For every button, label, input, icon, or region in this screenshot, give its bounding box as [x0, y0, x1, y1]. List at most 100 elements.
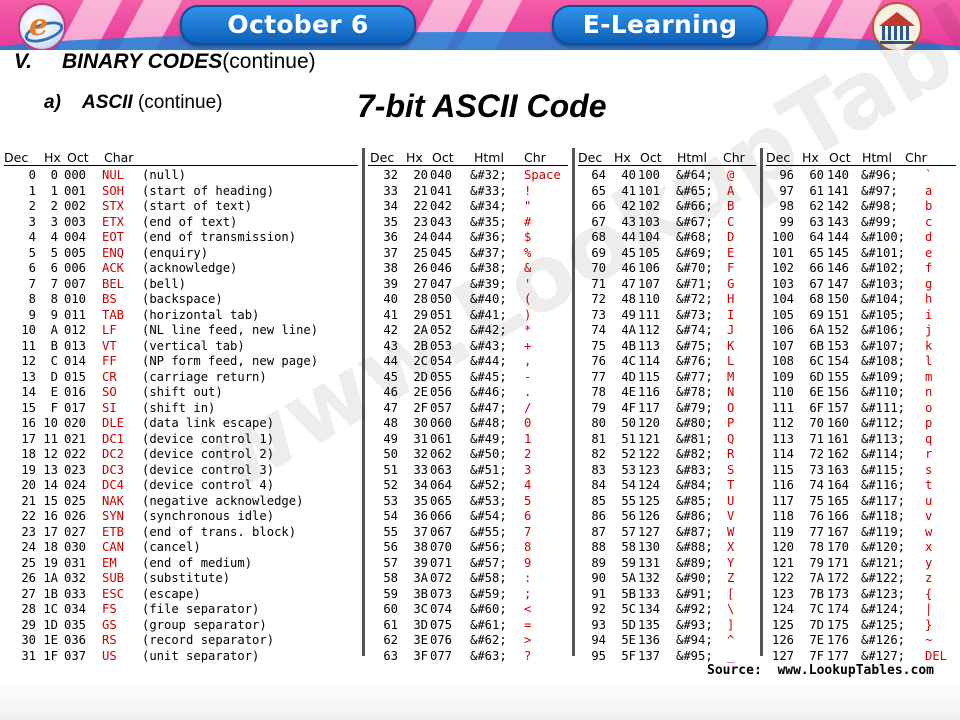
chr-cell: l	[925, 354, 933, 368]
hex-cell: 1B	[43, 586, 58, 601]
dec-cell: 97	[779, 183, 794, 198]
oct-cell: 171	[827, 555, 850, 570]
hex-cell: 25	[413, 245, 428, 260]
html-cell: &#33;	[470, 183, 507, 198]
html-cell: &#113;	[861, 431, 906, 446]
html-cell: &#66;	[676, 199, 713, 213]
description-cell: (start of text)	[142, 199, 253, 213]
hex-cell: 5A	[621, 571, 636, 585]
dec-cell: 11	[21, 338, 36, 353]
code-cell: NUL	[102, 168, 125, 182]
html-cell: &#118;	[861, 509, 906, 523]
chr-cell: T	[727, 478, 735, 492]
oct-cell: 042	[430, 199, 453, 213]
html-cell: &#115;	[861, 462, 906, 477]
header-hx: Hx	[406, 150, 423, 165]
table-row: 1 1 001 SOH (start of heading) 33 21 041 &#33;! 6…	[0, 184, 960, 200]
chr-cell: f	[925, 261, 933, 275]
dec-cell: 50	[383, 447, 398, 461]
dec-cell: 45	[383, 369, 398, 384]
hex-cell: 57	[621, 524, 636, 539]
html-cell: &#93;	[676, 617, 713, 632]
oct-cell: 014	[64, 354, 87, 368]
hex-cell: 14	[43, 478, 58, 492]
hex-cell: 1A	[43, 571, 58, 585]
html-cell: &#99;	[861, 214, 898, 229]
description-cell: (cancel)	[142, 540, 201, 554]
code-cell: SOH	[102, 183, 125, 198]
code-cell: FF	[102, 354, 117, 368]
chr-cell: R	[727, 447, 735, 461]
chr-cell: 2	[524, 447, 532, 461]
dec-cell: 47	[383, 400, 398, 415]
dec-cell: 22	[21, 509, 36, 523]
oct-cell: 044	[430, 230, 453, 244]
oct-cell: 131	[638, 555, 661, 570]
oct-cell: 106	[638, 261, 661, 275]
hex-cell: 63	[809, 214, 824, 229]
dec-cell: 78	[591, 385, 606, 399]
oct-cell: 075	[430, 617, 453, 632]
html-cell: &#104;	[861, 292, 906, 306]
hex-cell: 3	[50, 214, 58, 229]
dec-cell: 68	[591, 230, 606, 244]
html-cell: &#46;	[470, 385, 507, 399]
html-cell: &#90;	[676, 571, 713, 585]
oct-cell: 162	[827, 447, 850, 461]
description-cell: (device control 3)	[142, 462, 275, 477]
hex-cell: 9	[50, 307, 58, 322]
oct-cell: 141	[827, 183, 850, 198]
code-cell: SYN	[102, 509, 125, 523]
hex-cell: 45	[621, 245, 636, 260]
description-cell: (backspace)	[142, 292, 223, 306]
oct-cell: 021	[64, 431, 87, 446]
hex-cell: 12	[43, 447, 58, 461]
html-cell: &#56;	[470, 540, 507, 554]
chr-cell: Y	[727, 555, 735, 570]
html-cell: &#76;	[676, 354, 713, 368]
dec-cell: 41	[383, 307, 398, 322]
chr-cell: e	[925, 245, 933, 260]
dec-cell: 58	[383, 571, 398, 585]
chr-cell: ?	[524, 648, 532, 663]
oct-cell: 127	[638, 524, 661, 539]
chr-cell: d	[925, 230, 933, 244]
oct-cell: 034	[64, 602, 87, 616]
oct-cell: 006	[64, 261, 87, 275]
html-cell: &#87;	[676, 524, 713, 539]
oct-cell: 137	[638, 648, 661, 663]
html-cell: &#54;	[470, 509, 507, 523]
dec-cell: 94	[591, 633, 606, 647]
dec-cell: 82	[591, 447, 606, 461]
chr-cell: }	[925, 617, 933, 632]
dec-cell: 99	[779, 214, 794, 229]
html-cell: &#36;	[470, 230, 507, 244]
oct-cell: 172	[827, 571, 850, 585]
oct-cell: 155	[827, 369, 850, 384]
chr-cell: +	[524, 338, 532, 353]
chr-cell: *	[524, 323, 532, 337]
html-cell: &#77;	[676, 369, 713, 384]
hex-cell: 74	[809, 478, 824, 492]
table-row: 28 1C 034 FS (file separator) 60 3C 074 &#60; <92…	[0, 602, 960, 618]
dec-cell: 19	[21, 462, 36, 477]
code-cell: SUB	[102, 571, 125, 585]
dec-cell: 63	[383, 648, 398, 663]
dec-cell: 6	[28, 261, 36, 275]
description-cell: (data link escape)	[142, 416, 275, 430]
html-cell: &#84;	[676, 478, 713, 492]
chr-cell: D	[727, 230, 735, 244]
oct-cell: 066	[430, 509, 453, 523]
oct-cell: 154	[827, 354, 850, 368]
html-cell: &#39;	[470, 276, 507, 291]
hex-cell: 5B	[621, 586, 636, 601]
description-cell: (shift in)	[142, 400, 216, 415]
oct-cell: 057	[430, 400, 453, 415]
code-cell: EOT	[102, 230, 125, 244]
chr-cell: A	[727, 183, 735, 198]
dec-cell: 13	[21, 369, 36, 384]
chr-cell: 7	[524, 524, 532, 539]
hex-cell: 3E	[413, 633, 428, 647]
oct-cell: 024	[64, 478, 87, 492]
hex-cell: 5D	[621, 617, 636, 632]
